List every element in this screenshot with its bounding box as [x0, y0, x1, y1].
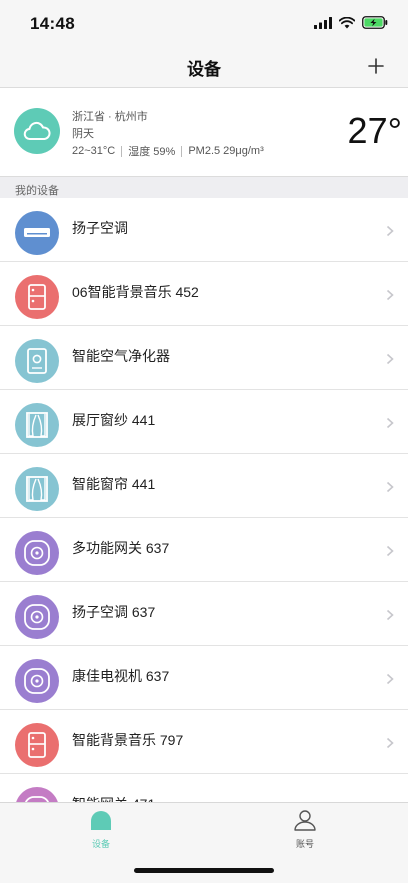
- device-row[interactable]: 展厅窗纱 441: [0, 390, 408, 454]
- gateway-icon: [24, 668, 50, 694]
- status-icons: [314, 16, 388, 29]
- chevron-right-icon: [386, 289, 394, 301]
- humidity: 湿度 59%: [128, 146, 176, 158]
- user-icon: [294, 810, 316, 831]
- status-time: 14:48: [30, 14, 75, 33]
- stat-divider: [181, 145, 183, 157]
- air-purifier-icon: [27, 348, 47, 374]
- weather-stats: 22~31°C 湿度 59% PM2.5 29μg/m³: [72, 143, 264, 159]
- gateway-icon: [24, 604, 50, 630]
- device-row[interactable]: 智能窗帘 441: [0, 454, 408, 518]
- cloud-icon: [23, 121, 51, 140]
- chevron-right-icon: [386, 545, 394, 557]
- device-name: 智能窗帘 441: [72, 476, 156, 492]
- pm25: PM2.5 29μg/m³: [188, 145, 264, 157]
- weather-condition: 阴天: [72, 128, 94, 140]
- air-conditioner-icon: [24, 228, 50, 237]
- device-icon-circle: [15, 275, 59, 319]
- device-name: 智能背景音乐 797: [72, 732, 184, 748]
- gateway-icon: [24, 540, 50, 566]
- nav-bar: 设备: [0, 46, 408, 88]
- status-bar: 14:48: [0, 0, 408, 46]
- device-row[interactable]: 智能空气净化器: [0, 326, 408, 390]
- device-name: 智能空气净化器: [72, 348, 170, 364]
- tab-account[interactable]: 账号: [275, 809, 335, 849]
- chevron-right-icon: [386, 737, 394, 749]
- device-row[interactable]: 智能背景音乐 797: [0, 710, 408, 774]
- device-name: 康佳电视机 637: [72, 668, 170, 684]
- tab-devices-label: 设备: [91, 839, 110, 849]
- cellular-signal-icon: [314, 16, 332, 29]
- current-temperature: 27°: [347, 110, 402, 151]
- wifi-icon: [339, 16, 355, 28]
- home-indicator[interactable]: [134, 868, 274, 873]
- tab-devices[interactable]: 设备: [71, 809, 131, 849]
- tab-account-label: 账号: [295, 839, 314, 849]
- speaker-icon: [28, 284, 46, 310]
- chevron-right-icon: [386, 481, 394, 493]
- weather-card[interactable]: 浙江省 · 杭州市 阴天 22~31°C 湿度 59% PM2.5 29μg/m…: [0, 88, 408, 176]
- device-icon-circle: [15, 723, 59, 767]
- temperature-range: 22~31°C: [72, 145, 116, 157]
- device-name: 扬子空调 637: [72, 604, 156, 620]
- device-name: 多功能网关 637: [72, 540, 170, 556]
- device-row[interactable]: 扬子空调 637: [0, 582, 408, 646]
- device-icon-circle: [15, 531, 59, 575]
- device-name: 智能网关 471: [72, 794, 155, 802]
- device-icon-circle: [15, 659, 59, 703]
- add-device-button[interactable]: [362, 52, 390, 80]
- device-row[interactable]: 扬子空调: [0, 198, 408, 262]
- device-row[interactable]: 06智能背景音乐 452: [0, 262, 408, 326]
- weather-location: 浙江省 · 杭州市: [72, 111, 148, 123]
- weather-icon-circle: [14, 108, 60, 154]
- curtain-icon: [26, 476, 48, 502]
- device-row[interactable]: 智能网关 471: [0, 774, 408, 802]
- section-header: 我的设备: [0, 176, 408, 198]
- chevron-right-icon: [386, 673, 394, 685]
- stat-divider: [121, 145, 123, 157]
- battery-charging-icon: [362, 16, 388, 29]
- device-icon-circle: [15, 787, 59, 802]
- device-icon-circle: [15, 339, 59, 383]
- speaker-icon: [28, 732, 46, 758]
- device-name: 扬子空调: [72, 220, 128, 236]
- device-row[interactable]: 多功能网关 637: [0, 518, 408, 582]
- device-icon-circle: [15, 211, 59, 255]
- chevron-right-icon: [386, 353, 394, 365]
- curtain-icon: [26, 412, 48, 438]
- devices-tab-icon: [91, 811, 111, 830]
- device-icon-circle: [15, 403, 59, 447]
- page-title: 设备: [187, 60, 221, 79]
- plus-icon: [368, 58, 384, 74]
- device-name: 展厅窗纱 441: [72, 412, 156, 428]
- chevron-right-icon: [386, 225, 394, 237]
- device-list[interactable]: 扬子空调 06智能背景音乐 452 智能空气净化器 展厅窗纱 441 智能窗帘 …: [0, 198, 408, 802]
- device-icon-circle: [15, 467, 59, 511]
- device-name: 06智能背景音乐 452: [72, 284, 199, 300]
- gateway-icon: [24, 796, 50, 802]
- section-title: 我的设备: [15, 185, 59, 197]
- chevron-right-icon: [386, 609, 394, 621]
- device-row[interactable]: 康佳电视机 637: [0, 646, 408, 710]
- device-icon-circle: [15, 595, 59, 639]
- chevron-right-icon: [386, 417, 394, 429]
